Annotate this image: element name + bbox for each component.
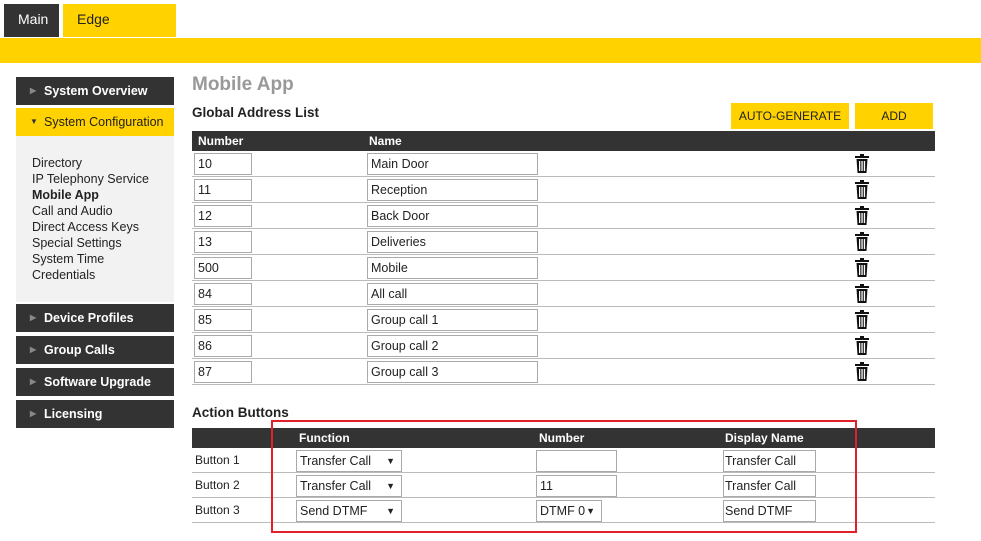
- table-row: 12 Back Door: [192, 203, 935, 229]
- label: Device Profiles: [44, 311, 134, 325]
- sidebar-item-group-calls[interactable]: ▶ Group Calls: [16, 336, 174, 364]
- gal-header: Number Name: [192, 131, 935, 151]
- number-input[interactable]: 500: [194, 257, 252, 279]
- label: System Configuration: [44, 115, 164, 129]
- name-input[interactable]: Mobile: [367, 257, 538, 279]
- submenu: Directory IP Telephony Service Mobile App C…: [16, 136, 174, 302]
- sidebar-item-system-overview[interactable]: ▶ System Overview: [16, 77, 174, 105]
- submenu-item[interactable]: Mobile App: [32, 187, 174, 203]
- name-input[interactable]: Group call 2: [367, 335, 538, 357]
- sidebar-item-software-upgrade[interactable]: ▶ Software Upgrade: [16, 368, 174, 396]
- trash-icon[interactable]: [854, 310, 870, 329]
- table-row: 10 Main Door: [192, 151, 935, 177]
- table-row: 86 Group call 2: [192, 333, 935, 359]
- trash-icon[interactable]: [854, 258, 870, 277]
- submenu-item[interactable]: Credentials: [32, 267, 174, 283]
- number-input[interactable]: 84: [194, 283, 252, 305]
- caret-right-icon: ▶: [30, 86, 37, 95]
- trash-icon[interactable]: [854, 154, 870, 173]
- name-input[interactable]: All call: [367, 283, 538, 305]
- caret-down-icon: ▼: [30, 117, 38, 126]
- submenu-item[interactable]: System Time: [32, 251, 174, 267]
- number-input[interactable]: 13: [194, 231, 252, 253]
- trash-icon[interactable]: [854, 206, 870, 225]
- highlight-box: [271, 420, 857, 533]
- name-input[interactable]: Main Door: [367, 153, 538, 175]
- submenu-item[interactable]: Special Settings: [32, 235, 174, 251]
- table-row: 84 All call: [192, 281, 935, 307]
- button-label: Button 1: [195, 453, 240, 467]
- table-row: 87 Group call 3: [192, 359, 935, 385]
- add-button[interactable]: ADD: [855, 103, 933, 129]
- gal-title: Global Address List: [192, 105, 320, 120]
- header-band: [0, 38, 981, 63]
- caret-right-icon: ▶: [30, 313, 37, 322]
- caret-right-icon: ▶: [30, 345, 37, 354]
- caret-right-icon: ▶: [30, 377, 37, 386]
- trash-icon[interactable]: [854, 232, 870, 251]
- label: Licensing: [44, 407, 103, 421]
- header-name: Name: [369, 134, 402, 148]
- sidebar-item-licensing[interactable]: ▶ Licensing: [16, 400, 174, 428]
- number-input[interactable]: 10: [194, 153, 252, 175]
- auto-generate-button[interactable]: AUTO-GENERATE: [731, 103, 849, 129]
- submenu-item[interactable]: IP Telephony Service: [32, 171, 174, 187]
- number-input[interactable]: 87: [194, 361, 252, 383]
- name-input[interactable]: Reception: [367, 179, 538, 201]
- table-row: 85 Group call 1: [192, 307, 935, 333]
- name-input[interactable]: Deliveries: [367, 231, 538, 253]
- button-label: Button 2: [195, 478, 240, 492]
- number-input[interactable]: 86: [194, 335, 252, 357]
- tab-edge-controller[interactable]: Edge Controller: [63, 4, 176, 57]
- trash-icon[interactable]: [854, 362, 870, 381]
- label: Software Upgrade: [44, 375, 151, 389]
- name-input[interactable]: Group call 1: [367, 309, 538, 331]
- name-input[interactable]: Group call 3: [367, 361, 538, 383]
- action-buttons-title: Action Buttons: [192, 405, 289, 420]
- header-number: Number: [198, 134, 244, 148]
- caret-right-icon: ▶: [30, 409, 37, 418]
- sidebar-item-system-configuration[interactable]: ▼ System Configuration: [16, 108, 174, 136]
- submenu-item[interactable]: Direct Access Keys: [32, 219, 174, 235]
- number-input[interactable]: 11: [194, 179, 252, 201]
- label: Group Calls: [44, 343, 115, 357]
- number-input[interactable]: 85: [194, 309, 252, 331]
- table-row: 13 Deliveries: [192, 229, 935, 255]
- sidebar-item-device-profiles[interactable]: ▶ Device Profiles: [16, 304, 174, 332]
- name-input[interactable]: Back Door: [367, 205, 538, 227]
- button-label: Button 3: [195, 503, 240, 517]
- trash-icon[interactable]: [854, 284, 870, 303]
- trash-icon[interactable]: [854, 180, 870, 199]
- submenu-item[interactable]: Directory: [32, 155, 174, 171]
- trash-icon[interactable]: [854, 336, 870, 355]
- table-row: 11 Reception: [192, 177, 935, 203]
- page-title: Mobile App: [192, 74, 294, 95]
- number-input[interactable]: 12: [194, 205, 252, 227]
- table-row: 500 Mobile: [192, 255, 935, 281]
- tab-main[interactable]: Main: [4, 4, 59, 37]
- label: System Overview: [44, 84, 148, 98]
- submenu-item[interactable]: Call and Audio: [32, 203, 174, 219]
